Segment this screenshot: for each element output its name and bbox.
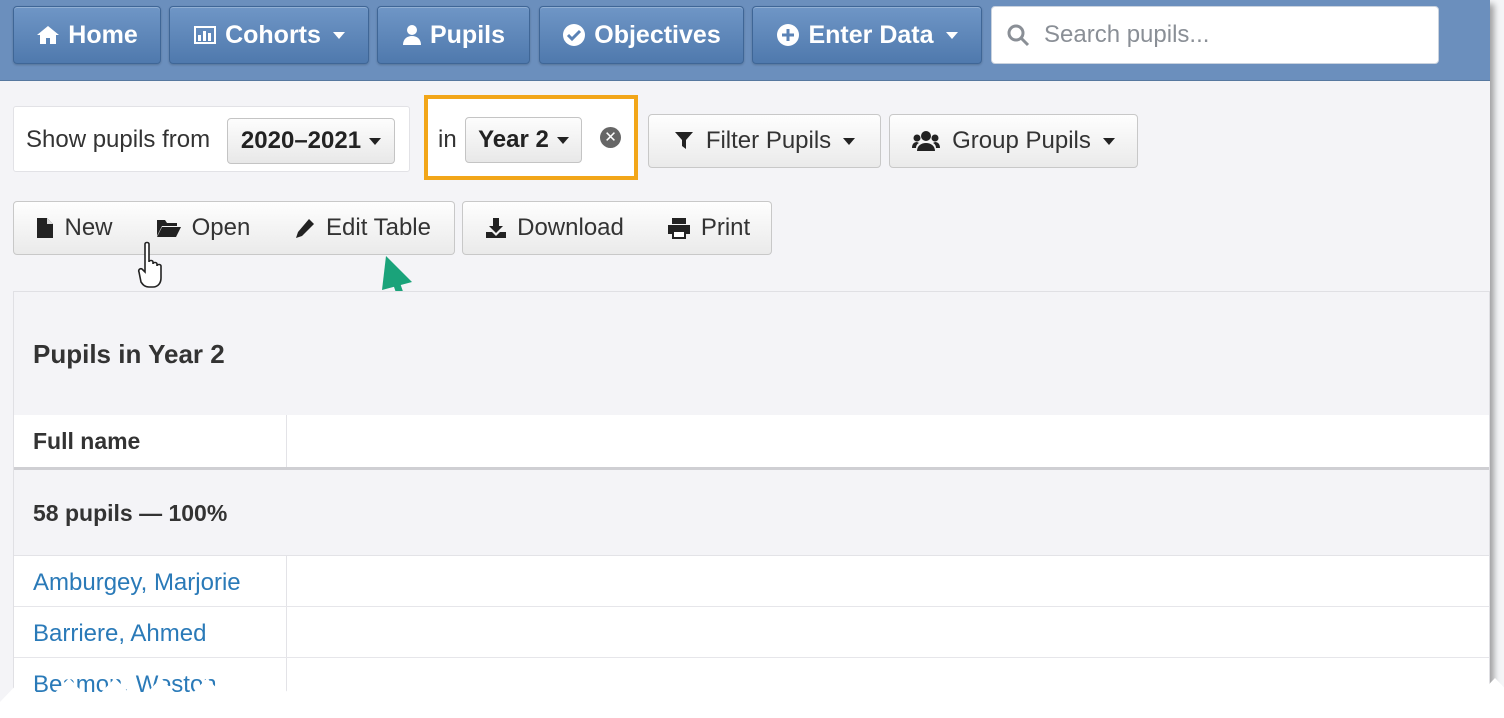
search-box[interactable] (991, 6, 1439, 64)
year-group-dropdown[interactable]: Year 2 (465, 117, 582, 163)
print-label: Print (700, 214, 751, 241)
table-row: Barriere, Ahmed (14, 607, 1489, 658)
nav-enter-data-button[interactable]: Enter Data (752, 6, 982, 64)
check-circle-icon (563, 24, 586, 46)
download-icon (486, 218, 507, 238)
cohort-selector: Show pupils from 2020–2021 (13, 106, 410, 172)
chevron-down-icon (843, 137, 856, 145)
chevron-down-icon (556, 136, 569, 144)
edit-table-button[interactable]: Edit Table (271, 201, 455, 255)
year-group-value: Year 2 (478, 126, 549, 153)
panel-header: Pupils in Year 2 (14, 292, 1489, 416)
group-pupils-button[interactable]: Group Pupils (889, 114, 1138, 168)
pupil-link[interactable]: Amburgey, Marjorie (33, 569, 241, 597)
filter-pupils-button[interactable]: Filter Pupils (648, 114, 881, 168)
nav-objectives-button[interactable]: Objectives (539, 6, 744, 64)
search-icon (1007, 24, 1030, 47)
app-window: Home Cohorts Pupils Objectives Enter Dat… (0, 0, 1490, 706)
print-icon (667, 218, 690, 239)
column-divider (286, 607, 287, 657)
hand-cursor-icon (137, 241, 162, 288)
users-icon (912, 131, 941, 151)
column-header-full-name[interactable]: Full name (33, 428, 140, 455)
nav-cohorts-button[interactable]: Cohorts (169, 6, 369, 64)
chevron-down-icon (945, 31, 958, 39)
torn-edge-decoration (0, 678, 1504, 718)
close-circle-icon[interactable]: ✕ (600, 127, 621, 148)
group-pupils-label: Group Pupils (952, 127, 1091, 154)
nav-home-button[interactable]: Home (13, 6, 161, 64)
edit-table-label: Edit Table (326, 214, 431, 241)
new-button[interactable]: New (13, 201, 136, 255)
nav-objectives-label: Objectives (594, 20, 721, 49)
column-divider (286, 556, 287, 606)
filter-pupils-label: Filter Pupils (705, 127, 832, 154)
nav-pupils-label: Pupils (429, 20, 505, 49)
plus-circle-icon (777, 24, 800, 46)
chevron-down-icon (1102, 137, 1115, 145)
folder-open-icon (156, 220, 181, 237)
print-button[interactable]: Print (646, 201, 772, 255)
search-input[interactable] (1042, 20, 1426, 50)
year-range-dropdown[interactable]: 2020–2021 (227, 118, 395, 164)
chevron-down-icon (332, 31, 345, 39)
chart-icon (194, 26, 217, 44)
nav-home-label: Home (68, 20, 138, 49)
home-icon (37, 26, 60, 44)
open-label: Open (191, 214, 251, 241)
pupil-link[interactable]: Barriere, Ahmed (33, 620, 206, 648)
summary-row: 58 pupils — 100% (14, 470, 1489, 556)
new-label: New (64, 214, 113, 241)
nav-cohorts-label: Cohorts (225, 20, 321, 49)
pencil-icon (296, 219, 315, 238)
download-label: Download (517, 214, 624, 241)
show-pupils-label: Show pupils from (26, 126, 211, 153)
pupils-table-panel: Pupils in Year 2 Full name 58 pupils — 1… (13, 291, 1490, 706)
user-icon (402, 25, 421, 45)
column-divider (286, 415, 287, 467)
chevron-down-icon (369, 137, 382, 145)
year-range-value: 2020–2021 (240, 127, 362, 154)
download-button[interactable]: Download (462, 201, 647, 255)
pupil-count: 58 pupils — 100% (33, 500, 228, 526)
page-title: Pupils in Year 2 (33, 339, 225, 369)
nav-enter-data-label: Enter Data (808, 20, 934, 49)
file-icon (37, 218, 54, 238)
filter-icon (674, 132, 693, 149)
top-navbar: Home Cohorts Pupils Objectives Enter Dat… (0, 0, 1490, 81)
table-header-row: Full name (14, 415, 1489, 470)
nav-pupils-button[interactable]: Pupils (377, 6, 530, 64)
in-label: in (438, 126, 457, 153)
table-row: Amburgey, Marjorie (14, 556, 1489, 607)
